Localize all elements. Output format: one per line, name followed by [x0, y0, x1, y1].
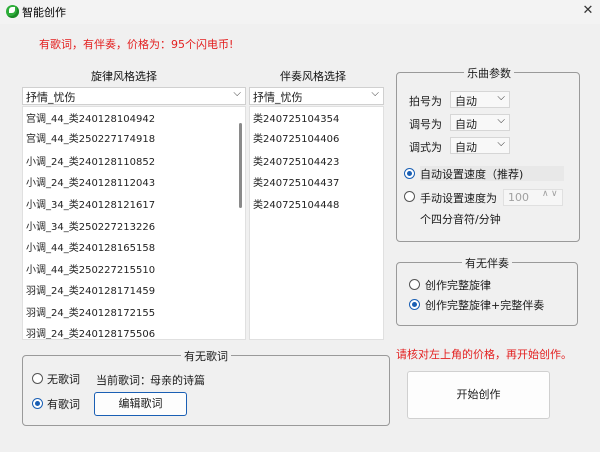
has-lyrics-radio[interactable] [32, 398, 43, 409]
melody-only-label[interactable]: 创作完整旋律 [425, 277, 491, 293]
list-item[interactable]: 小调_44_类240128165158 [26, 239, 155, 254]
key-select[interactable]: 自动 ⌵ [450, 114, 510, 131]
chevron-down-icon: ⌵ [497, 138, 505, 149]
accompaniment-heading: 伴奏风格选择 [280, 70, 346, 83]
list-item[interactable]: 羽调_24_类240128175506 [26, 325, 155, 339]
accompaniment-style-list[interactable]: 类240725104354 类240725104406 类24072510442… [249, 106, 384, 340]
mode-label: 调式为 [409, 141, 442, 154]
list-item[interactable]: 类240725104406 [253, 130, 339, 145]
melody-style-select[interactable]: 抒情_忧伤 ⌵ [22, 87, 246, 105]
close-button[interactable]: ✕ [578, 2, 598, 20]
meter-select[interactable]: 自动 ⌵ [450, 91, 510, 108]
list-item[interactable]: 小调_24_类240128110852 [26, 153, 155, 168]
edit-lyrics-button[interactable]: 编辑歌词 [94, 392, 187, 416]
list-item[interactable]: 类240725104437 [253, 174, 339, 189]
chevron-down-icon: ⌵ [497, 92, 505, 103]
auto-speed-radio[interactable] [404, 168, 415, 179]
check-price-warning: 请核对左上角的价格，再开始创作。 [396, 348, 572, 361]
spin-up-icon[interactable]: ∧ [542, 189, 549, 199]
list-item[interactable]: 宫调_44_类250227174918 [26, 130, 155, 145]
list-item[interactable]: 类240725104354 [253, 110, 339, 125]
list-item[interactable]: 宫调_44_类240128104942 [26, 110, 155, 125]
current-lyrics-value: 母亲的诗篇 [150, 374, 205, 387]
key-label: 调号为 [409, 118, 442, 131]
app-logo-icon [6, 5, 19, 18]
melody-accomp-label[interactable]: 创作完整旋律+完整伴奏 [425, 297, 544, 313]
melody-style-list[interactable]: 宫调_44_类240128104942 宫调_44_类250227174918 … [22, 106, 246, 340]
no-lyrics-label[interactable]: 无歌词 [47, 371, 80, 387]
title-bar [0, 0, 600, 24]
list-item[interactable]: 羽调_24_类240128172155 [26, 304, 155, 319]
melody-accomp-radio[interactable] [409, 299, 420, 310]
lyrics-group-title: 有无歌词 [181, 348, 231, 364]
mode-value: 自动 [455, 141, 477, 154]
chevron-down-icon: ⌵ [233, 88, 241, 99]
start-creation-button[interactable]: 开始创作 [407, 371, 550, 419]
list-item[interactable]: 小调_34_类240128121617 [26, 196, 155, 211]
music-params-title: 乐曲参数 [464, 65, 514, 81]
chevron-down-icon: ⌵ [497, 115, 505, 126]
key-value: 自动 [455, 118, 477, 131]
list-item[interactable]: 羽调_24_类240128171459 [26, 282, 155, 297]
current-lyrics-label: 当前歌词： [96, 374, 151, 387]
chevron-down-icon: ⌵ [371, 88, 379, 99]
spin-down-icon[interactable]: ∨ [551, 189, 558, 199]
window-title: 智能创作 [22, 6, 66, 19]
melody-list-scrollbar[interactable] [239, 123, 242, 208]
has-lyrics-label[interactable]: 有歌词 [47, 396, 80, 412]
auto-speed-label[interactable]: 自动设置速度（推荐) [420, 166, 523, 182]
melody-only-radio[interactable] [409, 279, 420, 290]
lyrics-group [22, 355, 390, 426]
list-item[interactable]: 类240725104448 [253, 196, 339, 211]
mode-select[interactable]: 自动 ⌵ [450, 137, 510, 154]
speed-unit-label: 个四分音符/分钟 [420, 213, 501, 226]
accompaniment-style-select[interactable]: 抒情_忧伤 ⌵ [249, 87, 384, 105]
speed-value: 100 [508, 191, 529, 204]
accompaniment-option-title: 有无伴奏 [462, 255, 512, 271]
melody-heading: 旋律风格选择 [91, 70, 157, 83]
list-item[interactable]: 类240725104423 [253, 153, 339, 168]
speed-spinbox[interactable]: 100 ∧ ∨ [503, 189, 563, 206]
manual-speed-radio[interactable] [404, 191, 415, 202]
manual-speed-label[interactable]: 手动设置速度为 [420, 190, 497, 206]
list-item[interactable]: 小调_44_类250227215510 [26, 261, 155, 276]
melody-selected-value: 抒情_忧伤 [26, 91, 76, 104]
no-lyrics-radio[interactable] [32, 373, 43, 384]
accompaniment-option-group [396, 262, 578, 326]
meter-value: 自动 [455, 95, 477, 108]
list-item[interactable]: 小调_24_类240128112043 [26, 174, 155, 189]
meter-label: 拍号为 [409, 95, 442, 108]
price-notice: 有歌词，有伴奏，价格为：95个闪电币! [39, 38, 234, 51]
accompaniment-selected-value: 抒情_忧伤 [253, 91, 303, 104]
list-item[interactable]: 小调_34_类250227213226 [26, 218, 155, 233]
